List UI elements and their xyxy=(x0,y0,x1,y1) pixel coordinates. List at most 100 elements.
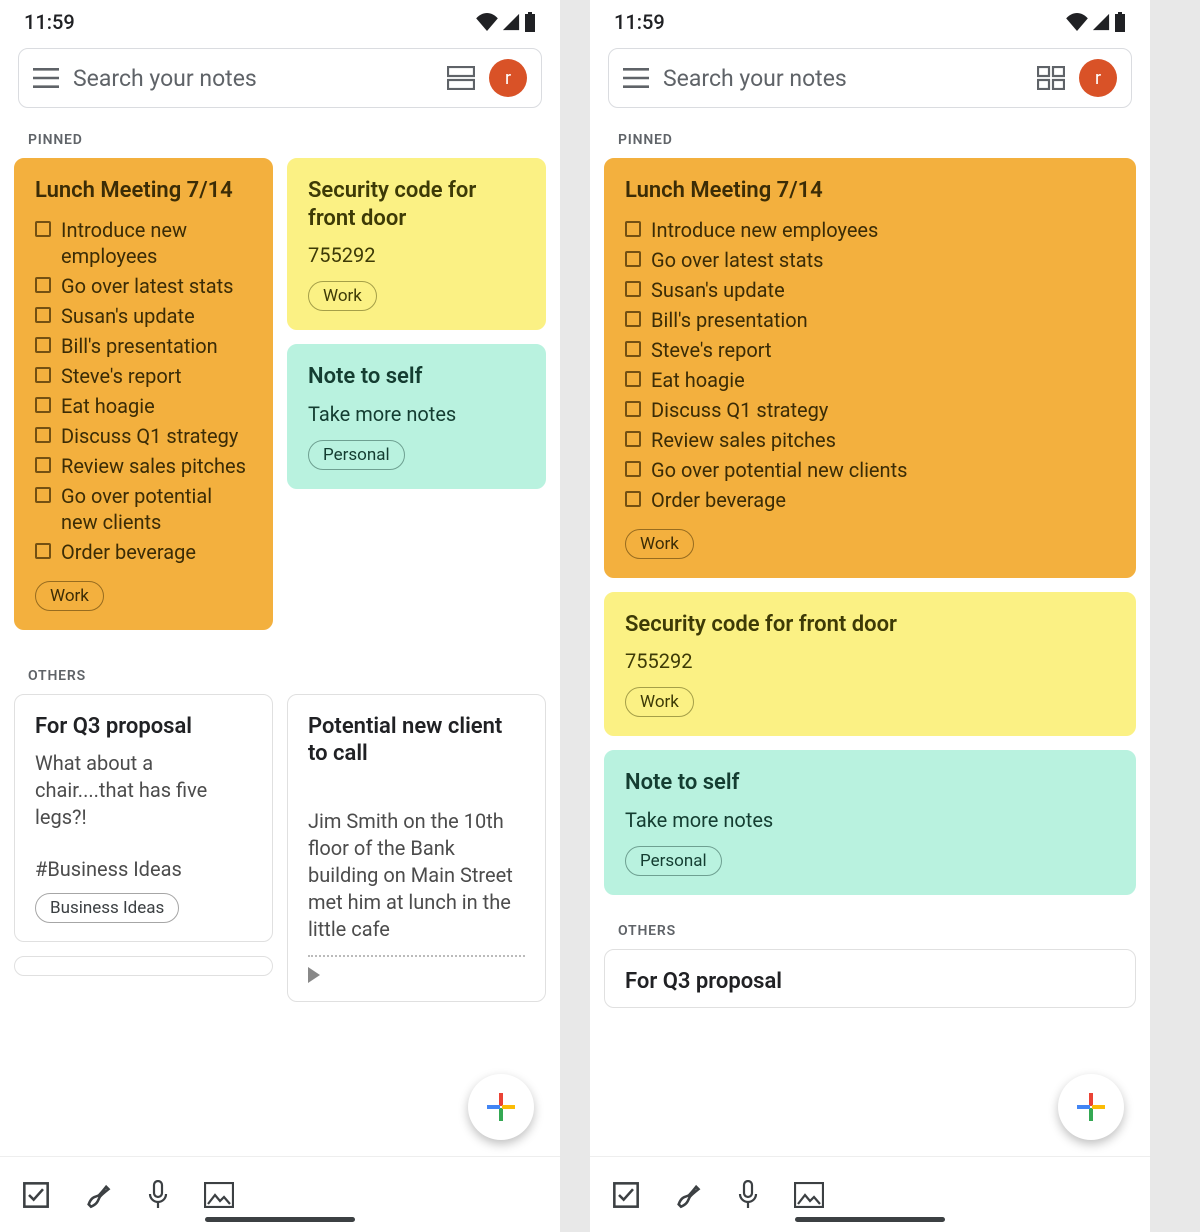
checklist: Introduce new employees Go over latest s… xyxy=(35,215,252,567)
new-audio-icon[interactable] xyxy=(736,1180,760,1210)
checklist-item[interactable]: Bill's presentation xyxy=(625,305,1115,335)
menu-icon[interactable] xyxy=(623,68,649,88)
new-checklist-icon[interactable] xyxy=(22,1181,50,1209)
checkbox-icon[interactable] xyxy=(625,221,641,237)
section-others-label: OTHERS xyxy=(590,895,1150,949)
note-title: Lunch Meeting 7/14 xyxy=(625,177,1115,205)
checklist-item[interactable]: Eat hoagie xyxy=(35,391,252,421)
new-image-icon[interactable] xyxy=(794,1182,824,1208)
checklist-item[interactable]: Go over latest stats xyxy=(35,271,252,301)
layout-toggle-grid-icon[interactable] xyxy=(1037,66,1065,90)
checklist-item[interactable]: Eat hoagie xyxy=(625,365,1115,395)
note-tag[interactable]: Business Ideas xyxy=(35,893,179,923)
note-title: For Q3 proposal xyxy=(35,713,252,741)
checklist-item[interactable]: Order beverage xyxy=(625,485,1115,515)
note-tag[interactable]: Work xyxy=(625,687,694,717)
checklist-item[interactable]: Introduce new employees xyxy=(625,215,1115,245)
bottom-toolbar xyxy=(0,1156,560,1232)
note-card[interactable]: For Q3 proposal What about a chair....th… xyxy=(14,694,273,943)
new-audio-icon[interactable] xyxy=(146,1180,170,1210)
note-card[interactable]: Potential new client to call Jim Smith o… xyxy=(287,694,546,1002)
checklist-item[interactable]: Order beverage xyxy=(35,537,252,567)
new-drawing-icon[interactable] xyxy=(84,1181,112,1209)
checkbox-icon[interactable] xyxy=(35,277,51,293)
cell-icon xyxy=(1092,13,1110,31)
search-input[interactable]: Search your notes xyxy=(73,65,433,92)
checkbox-icon[interactable] xyxy=(35,397,51,413)
checklist-item[interactable]: Bill's presentation xyxy=(35,331,252,361)
avatar[interactable]: r xyxy=(489,59,527,97)
checkbox-icon[interactable] xyxy=(625,401,641,417)
status-bar: 11:59 xyxy=(590,0,1150,40)
note-title: Lunch Meeting 7/14 xyxy=(35,177,252,205)
checkbox-icon[interactable] xyxy=(35,543,51,559)
checklist-item[interactable]: Susan's update xyxy=(625,275,1115,305)
checkbox-icon[interactable] xyxy=(35,367,51,383)
note-card[interactable]: Note to self Take more notes Personal xyxy=(287,344,546,489)
checklist-item[interactable]: Go over potential new clients xyxy=(35,481,252,537)
section-pinned-label: PINNED xyxy=(590,110,1150,158)
note-tag[interactable]: Work xyxy=(308,281,377,311)
wifi-icon xyxy=(1066,13,1088,31)
checkbox-icon[interactable] xyxy=(625,341,641,357)
checkbox-icon[interactable] xyxy=(35,427,51,443)
checkbox-icon[interactable] xyxy=(625,281,641,297)
search-bar[interactable]: Search your notes r xyxy=(608,48,1132,108)
note-body: Jim Smith on the 10th floor of the Bank … xyxy=(308,808,525,943)
checkbox-icon[interactable] xyxy=(625,371,641,387)
note-card[interactable] xyxy=(14,956,273,976)
checklist-item[interactable]: Discuss Q1 strategy xyxy=(625,395,1115,425)
new-image-icon[interactable] xyxy=(204,1182,234,1208)
checkbox-icon[interactable] xyxy=(625,251,641,267)
checklist-item[interactable]: Introduce new employees xyxy=(35,215,252,271)
checkbox-icon[interactable] xyxy=(35,457,51,473)
checkbox-icon[interactable] xyxy=(625,491,641,507)
note-card[interactable]: Lunch Meeting 7/14 Introduce new employe… xyxy=(14,158,273,630)
checklist-item[interactable]: Steve's report xyxy=(625,335,1115,365)
note-tag[interactable]: Personal xyxy=(625,846,722,876)
status-bar: 11:59 xyxy=(0,0,560,40)
checklist-item[interactable]: Review sales pitches xyxy=(625,425,1115,455)
checkbox-icon[interactable] xyxy=(35,307,51,323)
layout-toggle-list-icon[interactable] xyxy=(447,66,475,90)
note-tag[interactable]: Personal xyxy=(308,440,405,470)
search-bar[interactable]: Search your notes r xyxy=(18,48,542,108)
note-tag[interactable]: Work xyxy=(35,581,104,611)
checklist-item[interactable]: Go over potential new clients xyxy=(625,455,1115,485)
checklist-item[interactable]: Susan's update xyxy=(35,301,252,331)
play-icon[interactable] xyxy=(308,967,320,983)
phone-right: 11:59 Search your notes r PINNED Lunch M… xyxy=(590,0,1150,1232)
checkbox-icon[interactable] xyxy=(625,461,641,477)
menu-icon[interactable] xyxy=(33,68,59,88)
search-input[interactable]: Search your notes xyxy=(663,65,1023,92)
checkbox-icon[interactable] xyxy=(35,487,51,503)
battery-icon xyxy=(524,12,536,32)
note-card[interactable]: For Q3 proposal xyxy=(604,949,1136,1009)
checklist-item[interactable]: Discuss Q1 strategy xyxy=(35,421,252,451)
checklist-item[interactable]: Go over latest stats xyxy=(625,245,1115,275)
avatar[interactable]: r xyxy=(1079,59,1117,97)
new-drawing-icon[interactable] xyxy=(674,1181,702,1209)
note-title: For Q3 proposal xyxy=(625,968,1115,996)
fab-new-note[interactable] xyxy=(1058,1074,1124,1140)
checkbox-icon[interactable] xyxy=(625,431,641,447)
note-card[interactable]: Security code for front door 755292 Work xyxy=(287,158,546,330)
checklist-item[interactable]: Review sales pitches xyxy=(35,451,252,481)
note-card[interactable]: Lunch Meeting 7/14 Introduce new employe… xyxy=(604,158,1136,578)
note-card[interactable]: Note to self Take more notes Personal xyxy=(604,750,1136,895)
note-title: Security code for front door xyxy=(308,177,525,232)
checklist: Introduce new employees Go over latest s… xyxy=(625,215,1115,515)
wifi-icon xyxy=(476,13,498,31)
status-icons xyxy=(476,12,536,32)
status-time: 11:59 xyxy=(614,10,665,34)
note-card[interactable]: Security code for front door 755292 Work xyxy=(604,592,1136,737)
checkbox-icon[interactable] xyxy=(35,221,51,237)
checkbox-icon[interactable] xyxy=(35,337,51,353)
nav-indicator[interactable] xyxy=(205,1217,355,1222)
fab-new-note[interactable] xyxy=(468,1074,534,1140)
checklist-item[interactable]: Steve's report xyxy=(35,361,252,391)
nav-indicator[interactable] xyxy=(795,1217,945,1222)
note-tag[interactable]: Work xyxy=(625,529,694,559)
new-checklist-icon[interactable] xyxy=(612,1181,640,1209)
checkbox-icon[interactable] xyxy=(625,311,641,327)
